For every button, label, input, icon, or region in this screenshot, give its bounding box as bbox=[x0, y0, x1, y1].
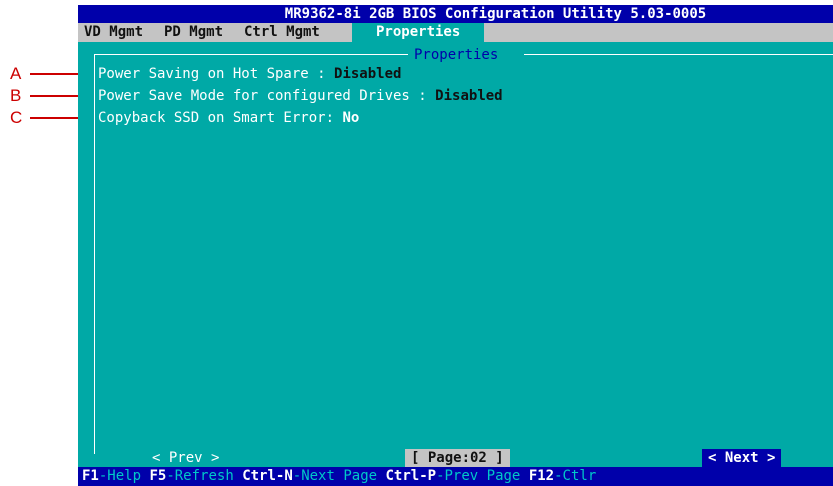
property-label: Power Saving on Hot Spare : bbox=[98, 66, 326, 82]
panel-rule-left bbox=[94, 54, 408, 55]
panel-rule-vertical bbox=[94, 54, 95, 454]
property-label: Power Save Mode for configured Drives : bbox=[98, 88, 427, 104]
fkey-ctrl-n: Ctrl-N bbox=[242, 468, 293, 484]
property-row-power-save-mode[interactable]: Power Save Mode for configured Drives : … bbox=[98, 87, 503, 105]
fkey-f12: F12 bbox=[528, 468, 555, 484]
fkey-f5-desc: -Refresh bbox=[166, 468, 234, 484]
page-indicator: [ Page:02 ] bbox=[405, 449, 510, 467]
fkey-ctrl-p-desc: -Prev Page bbox=[436, 468, 521, 484]
property-value[interactable]: No bbox=[342, 110, 359, 126]
callout-c-letter: C bbox=[10, 108, 23, 127]
property-value[interactable]: Disabled bbox=[334, 66, 401, 82]
property-row-power-saving-hot-spare[interactable]: Power Saving on Hot Spare : Disabled bbox=[98, 65, 401, 83]
fkey-f5: F5 bbox=[149, 468, 167, 484]
prev-button[interactable]: < Prev > bbox=[152, 449, 219, 467]
fkey-ctrl-p: Ctrl-P bbox=[385, 468, 437, 484]
menu-vd-mgmt[interactable]: VD Mgmt bbox=[80, 23, 147, 42]
property-label: Copyback SSD on Smart Error: bbox=[98, 110, 335, 126]
fkey-ctrl-n-desc: -Next Page bbox=[292, 468, 378, 484]
panel-title: Properties bbox=[414, 47, 499, 63]
property-value[interactable]: Disabled bbox=[435, 88, 502, 104]
menu-ctrl-mgmt[interactable]: Ctrl Mgmt bbox=[240, 23, 324, 42]
fkey-f1: F1 bbox=[82, 468, 99, 484]
menu-properties[interactable]: Properties bbox=[352, 23, 485, 42]
bios-screen: MR9362-8i 2GB BIOS Configuration Utility… bbox=[78, 5, 833, 486]
fkey-f12-desc: -Ctlr bbox=[554, 468, 597, 484]
callout-b-letter: B bbox=[10, 86, 22, 105]
property-row-copyback-ssd[interactable]: Copyback SSD on Smart Error: No bbox=[98, 109, 359, 127]
panel-rule-right bbox=[524, 54, 833, 55]
menu-pd-mgmt[interactable]: PD Mgmt bbox=[160, 23, 227, 42]
title-bar: MR9362-8i 2GB BIOS Configuration Utility… bbox=[78, 5, 833, 23]
menu-bar: VD Mgmt PD Mgmt Ctrl Mgmt Properties bbox=[78, 23, 833, 42]
next-button[interactable]: < Next > bbox=[702, 449, 782, 467]
callout-a-letter: A bbox=[10, 64, 22, 83]
function-key-bar: F1-Help F5-Refresh Ctrl-N-Next Page Ctrl… bbox=[78, 467, 833, 486]
fkey-f1-desc: -Help bbox=[98, 468, 142, 484]
